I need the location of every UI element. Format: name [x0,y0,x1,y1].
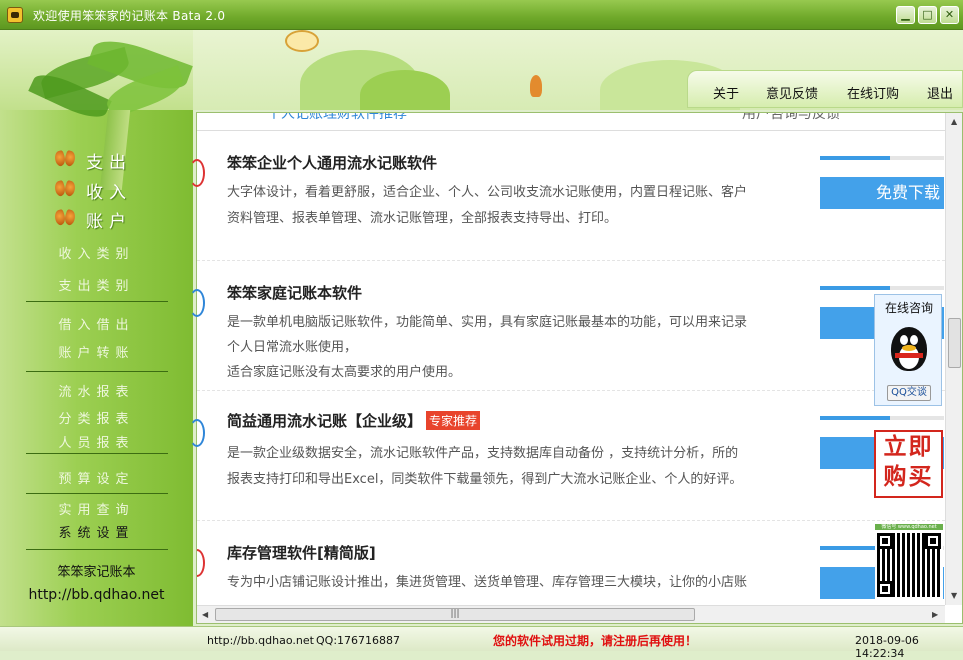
scroll-up-icon[interactable]: ▲ [951,117,957,126]
sidebar-divider [26,493,168,494]
product-desc-line: 资料管理、报表单管理、流水记账管理，全部报表支持导出、打印。 [227,211,618,226]
product-desc-line: 报表支持打印和导出Excel，同类软件下载量领先，得到广大流水记账企业、个人的好… [227,472,743,487]
status-qq: QQ:176716887 [316,634,401,647]
sidebar-item-account[interactable]: 账户 [60,207,132,232]
scroll-right-icon[interactable]: ▶ [932,610,938,619]
scroll-thumb[interactable] [948,318,961,368]
product-title[interactable]: 笨笨企业个人通用流水记账软件 [227,152,437,173]
nav-exit[interactable]: 退出 [927,83,953,102]
top-nav: 关于 意见反馈 在线订购 退出 [687,70,963,108]
product-desc: 专为中小店铺记账设计推出，集进货管理、送货单管理、库存管理三大模块，让你的小店账 [227,570,797,596]
product-desc: 是一款单机电脑版记账软件，功能简单、实用，具有家庭记账最基本的功能，可以用来记录… [227,310,797,385]
bullet-icon [189,159,205,187]
maximize-button[interactable]: □ [918,6,937,24]
sidebar-divider [26,301,168,302]
brand-name: 笨笨家记账本 [57,565,136,580]
nav-order-online[interactable]: 在线订购 [847,83,899,102]
lantern-icon [530,75,542,97]
sidebar-item-income[interactable]: 收入 [60,178,132,203]
status-datetime: 2018-09-06 14:22:34 [855,634,919,660]
brand-url[interactable]: http://bb.qdhao.net [0,587,193,603]
flower-icon [285,30,319,52]
product-desc-line: 是一款单机电脑版记账软件，功能简单、实用，具有家庭记账最基本的功能，可以用来记录 [227,315,748,330]
content-panel: 个人记账理财软件推荐 用户咨询与反馈 笨笨企业个人通用流水记账软件 大字体设计，… [189,112,963,624]
download-progress [820,416,944,420]
sidebar-item-budget[interactable]: 预算设定 [0,468,193,487]
nav-about[interactable]: 关于 [713,83,739,102]
sidebar-item-label: 收入 [86,183,132,203]
sidebar-divider [26,371,168,372]
product-desc-line: 大字体设计，看着更舒服，适合企业、个人、公司收支流水记账使用，内置日程记账、客户 [227,185,748,200]
qq-penguin-icon [887,323,931,375]
scroll-thumb[interactable]: ||| [215,608,695,621]
download-progress [820,286,944,290]
qr-code: 微信号 www.qdhao.net [875,524,943,600]
list-item: 笨笨企业个人通用流水记账软件 大字体设计，看着更舒服，适合企业、个人、公司收支流… [189,131,945,261]
banner-hill [360,70,450,110]
scroll-down-icon[interactable]: ▼ [951,591,957,600]
sidebar: 支出 收入 账户 收入类别 支出类别 借入借出 账户转账 流水报表 分类报表 人… [0,30,193,626]
sidebar-divider [26,453,168,454]
horizontal-scrollbar[interactable]: ◀ ||| ▶ [197,605,945,623]
qq-consult-label: 在线咨询 [884,301,933,315]
list-item: 库存管理软件[精简版] 专为中小店铺记账设计推出，集进货管理、送货单管理、库存管… [197,521,945,605]
list-item: 笨笨家庭记账本软件 是一款单机电脑版记账软件，功能简单、实用，具有家庭记账最基本… [189,261,945,391]
sidebar-item-label: 账户 [86,212,132,232]
app-icon [7,7,23,23]
product-title[interactable]: 简益通用流水记账【企业级】 专家推荐 [227,410,481,431]
sidebar-item-ledger-report[interactable]: 流水报表 [0,381,193,400]
title-bar: 欢迎使用笨笨家的记账本 Bata 2.0 ▁ □ ✕ [0,0,963,30]
minimize-button[interactable]: ▁ [896,6,915,24]
tab-recommend[interactable]: 个人记账理财软件推荐 [267,113,407,123]
status-bar: http://bb.qdhao.net QQ:176716887 您的软件试用过… [0,626,963,660]
bullet-icon [189,289,205,317]
sidebar-item-expense[interactable]: 支出 [60,148,132,173]
bullet-icon [197,549,205,577]
list-item: 简益通用流水记账【企业级】 专家推荐 是一款企业级数据安全，流水记账软件产品，支持… [189,391,945,521]
qq-consult-widget[interactable]: 在线咨询 QQ交谈 [874,294,942,406]
product-desc-line: 个人日常流水账使用， [227,340,358,355]
sidebar-item-query[interactable]: 实用查询 [0,499,193,518]
sidebar-item-label: 支出 [86,153,132,173]
sidebar-item-category-report[interactable]: 分类报表 [0,408,193,427]
qq-chat-button[interactable]: QQ交谈 [887,385,931,401]
sidebar-item-borrow-lend[interactable]: 借入借出 [0,314,193,333]
product-title[interactable]: 库存管理软件[精简版] [227,542,376,563]
buy-now-line: 立即 [883,434,934,460]
download-button[interactable]: 免费下载 [820,177,944,209]
nav-feedback[interactable]: 意见反馈 [766,83,818,102]
buy-now-button[interactable]: 立即 购买 [874,430,943,498]
content-tabs: 个人记账理财软件推荐 用户咨询与反馈 [197,113,947,131]
buy-now-line: 购买 [883,464,934,490]
sidebar-item-system-settings[interactable]: 系统设置 [0,522,193,541]
butterfly-icon [57,151,77,167]
product-desc-line: 适合家庭记账没有太高要求的用户使用。 [227,365,462,380]
bullet-icon [189,419,205,447]
palm-tree-art [0,38,195,123]
download-progress [820,156,944,160]
scroll-left-icon[interactable]: ◀ [202,610,208,619]
product-desc-line: 专为中小店铺记账设计推出，集进货管理、送货单管理、库存管理三大模块，让你的小店账 [227,575,748,590]
product-title-text: 简益通用流水记账【企业级】 [227,412,423,430]
qr-caption: 微信号 www.qdhao.net [875,524,943,530]
close-button[interactable]: ✕ [940,6,959,24]
sidebar-item-account-transfer[interactable]: 账户转账 [0,342,193,361]
window-title: 欢迎使用笨笨家的记账本 Bata 2.0 [33,9,226,23]
sidebar-item-person-report[interactable]: 人员报表 [0,432,193,451]
product-desc: 大字体设计，看着更舒服，适合企业、个人、公司收支流水记账使用，内置日程记账、客户… [227,180,797,232]
product-desc-line: 是一款企业级数据安全，流水记账软件产品，支持数据库自动备份 ，支持统计分析，所的 [227,446,739,461]
status-url[interactable]: http://bb.qdhao.net [207,634,314,647]
expert-badge: 专家推荐 [426,411,481,430]
butterfly-icon [57,181,77,197]
trial-expired-warning: 您的软件试用过期，请注册后再使用！ [493,634,698,648]
butterfly-icon [57,210,77,226]
product-desc: 是一款企业级数据安全，流水记账软件产品，支持数据库自动备份 ，支持统计分析，所的… [227,441,797,493]
sidebar-divider [26,549,168,550]
vertical-scrollbar[interactable]: ▲ ▼ [945,113,962,605]
sidebar-item-income-category[interactable]: 收入类别 [0,243,193,262]
product-title[interactable]: 笨笨家庭记账本软件 [227,282,362,303]
tab-consult[interactable]: 用户咨询与反馈 [742,113,840,123]
sidebar-item-expense-category[interactable]: 支出类别 [0,275,193,294]
qr-code-image [877,533,941,597]
